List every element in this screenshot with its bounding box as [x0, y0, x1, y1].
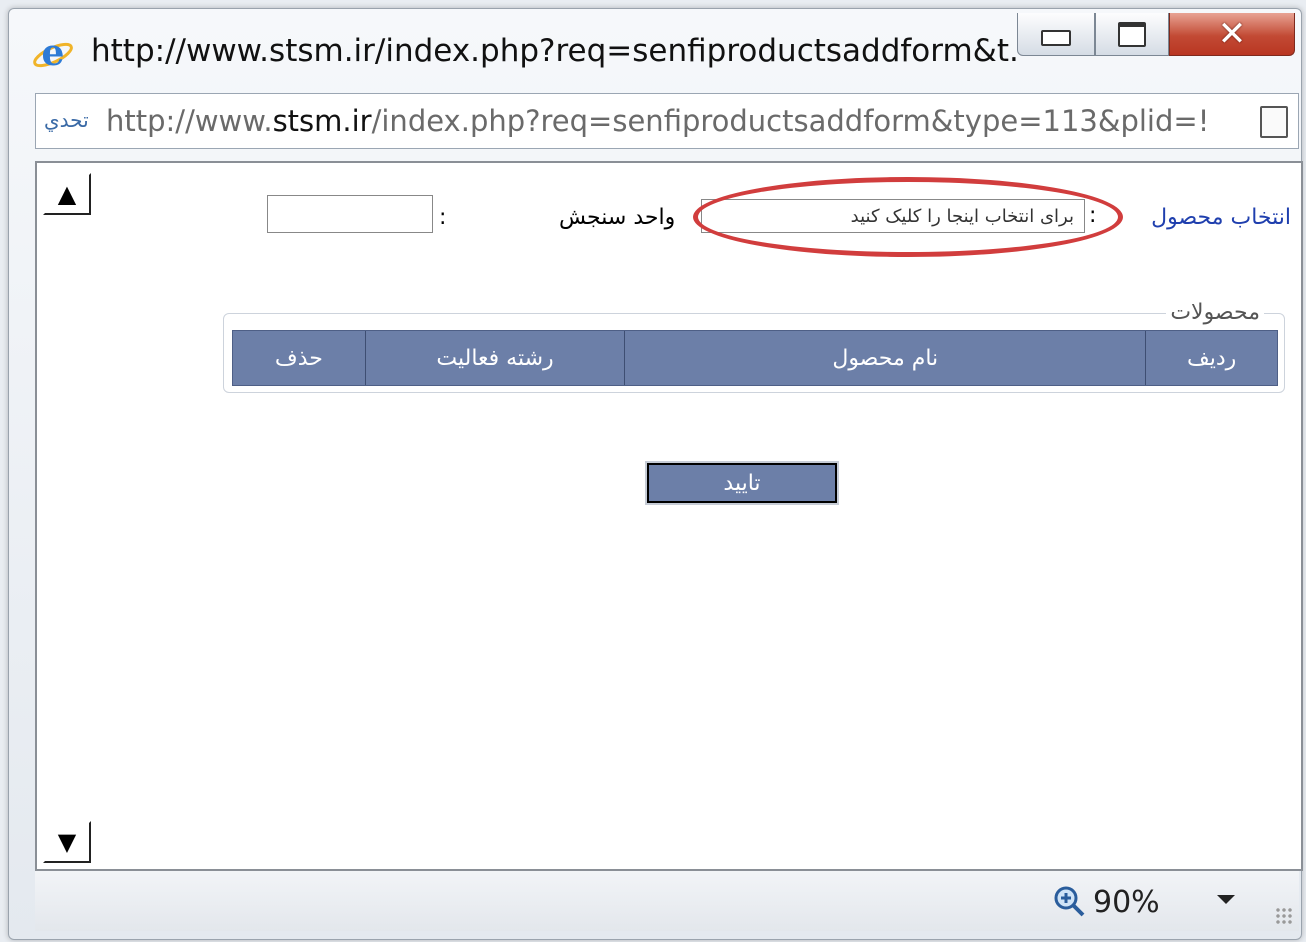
title-bar[interactable]: e http://www.stsm.ir/index.php?req=senfi…	[9, 9, 1301, 85]
address-bar[interactable]: تحدي http://www.stsm.ir/index.php?req=se…	[35, 93, 1299, 149]
column-product-name: نام محصول	[624, 331, 1145, 385]
column-activity-field: رشته فعالیت	[364, 331, 625, 385]
close-button[interactable]: ✕	[1169, 13, 1295, 56]
products-legend: محصولات	[1166, 300, 1264, 325]
product-colon: :	[1089, 203, 1097, 228]
confirm-button[interactable]: تایید	[645, 461, 839, 505]
column-row-number: ردیف	[1145, 331, 1277, 385]
page-content: ▲ ▼ انتخاب محصول : واحد سنجش : محصولات ر…	[35, 161, 1303, 871]
page-icon[interactable]	[1260, 106, 1288, 138]
resize-grip-icon[interactable]	[1275, 907, 1293, 925]
scroll-down-button[interactable]: ▼	[43, 821, 91, 863]
products-table-header: ردیف نام محصول رشته فعالیت حذف	[232, 330, 1278, 386]
window-title: http://www.stsm.ir/index.php?req=senfipr…	[91, 33, 1021, 69]
maximize-icon	[1118, 21, 1146, 47]
zoom-dropdown-icon[interactable]	[1217, 895, 1235, 904]
select-product-link[interactable]: انتخاب محصول	[1151, 205, 1291, 230]
product-select-input[interactable]	[701, 199, 1085, 233]
unit-colon: :	[439, 205, 447, 230]
minimize-icon	[1041, 30, 1071, 46]
page-security-icon: تحدي	[44, 108, 89, 132]
zoom-level[interactable]: 90%	[1093, 885, 1160, 920]
address-url: http://www.stsm.ir/index.php?req=senfipr…	[106, 104, 1210, 138]
scroll-up-button[interactable]: ▲	[43, 173, 91, 215]
unit-label: واحد سنجش	[559, 205, 676, 230]
arrow-down-icon: ▼	[57, 828, 77, 856]
minimize-button[interactable]	[1017, 13, 1095, 56]
column-delete: حذف	[274, 345, 323, 371]
maximize-button[interactable]	[1095, 13, 1169, 56]
products-fieldset: محصولات ردیف نام محصول رشته فعالیت حذف	[223, 300, 1285, 393]
internet-explorer-icon: e	[33, 32, 73, 74]
close-icon: ✕	[1217, 14, 1247, 54]
ie-popup-window: e http://www.stsm.ir/index.php?req=senfi…	[8, 8, 1303, 940]
unit-input[interactable]	[267, 195, 433, 233]
status-bar: 90%	[35, 871, 1299, 931]
arrow-up-icon: ▲	[57, 180, 77, 208]
svg-text:e: e	[42, 32, 65, 74]
zoom-icon[interactable]	[1053, 885, 1085, 917]
